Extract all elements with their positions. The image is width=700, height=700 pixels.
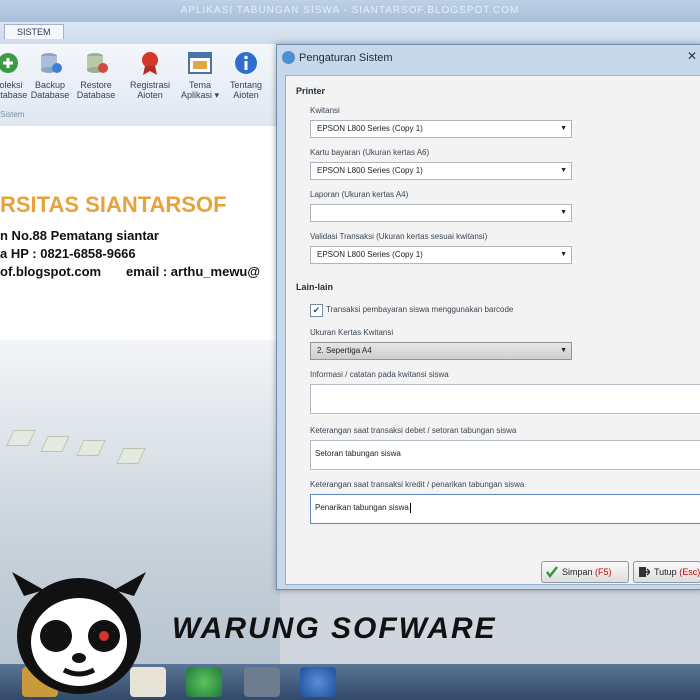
ribbon-btn-label2: Aioten	[233, 90, 259, 100]
input-value: Setoran tabungan siswa	[315, 449, 401, 458]
ukuran-kertas-label: Ukuran Kertas Kwitansi	[310, 328, 394, 337]
kredit-keterangan-input[interactable]: Penarikan tabungan siswa	[310, 494, 700, 524]
text-caret	[409, 503, 411, 513]
ribbon-group-label: Sistem	[0, 110, 25, 119]
checkmark-icon	[546, 566, 558, 578]
ribbon-btn-label2: Aplikasi ▾	[180, 90, 220, 100]
kwitansi-printer-select[interactable]: EPSON L800 Series (Copy 1) ▼	[310, 120, 572, 138]
watermark-brand: WARUNG SOFWARE	[172, 612, 497, 645]
laporan-label: Laporan (Ukuran kertas A4)	[310, 190, 409, 199]
validasi-label: Validasi Transaksi (Ukuran kertas sesuai…	[310, 232, 488, 241]
ribbon-btn-label1: Tentang	[229, 80, 263, 90]
ribbon-btn-label1: Registrasi	[129, 80, 170, 90]
registrasi-button[interactable]: Registrasi Aioten	[128, 50, 172, 100]
debet-label: Keterangan saat transaksi debet / setora…	[310, 426, 517, 435]
school-web: of.blogspot.com	[0, 264, 102, 279]
select-value: 2. Sepertiga A4	[317, 346, 372, 355]
school-email: email : arthu_mewu@	[126, 264, 261, 279]
ribbon-btn-label2: Aioten	[137, 90, 163, 100]
input-value: Penarikan tabungan siswa	[315, 503, 411, 513]
close-shortcut: (Esc)	[679, 567, 700, 577]
school-phone: a HP : 0821-6858-9666	[0, 246, 136, 261]
laporan-printer-select[interactable]: ▼	[310, 204, 572, 222]
save-shortcut: (F5)	[595, 567, 612, 577]
close-button[interactable]: Tutup (Esc)	[633, 561, 700, 583]
informasi-input[interactable]	[310, 384, 700, 414]
close-label-text: Tutup	[654, 567, 677, 577]
exit-door-icon	[639, 567, 650, 577]
database-restore-icon	[87, 53, 108, 73]
taskbar-app-icon[interactable]	[300, 667, 336, 697]
ribbon-btn-label1: Backup	[34, 80, 66, 90]
section-printer: Printer	[296, 86, 326, 96]
settings-gear-icon	[282, 51, 295, 64]
close-icon[interactable]: ✕	[683, 47, 700, 65]
select-value: EPSON L800 Series (Copy 1)	[317, 166, 423, 175]
dialog-body: Printer Kwitansi EPSON L800 Series (Copy…	[285, 75, 700, 585]
taskbar-app-icon[interactable]	[244, 667, 280, 697]
ribbon-btn-label1: Tema	[188, 80, 211, 90]
ribbon-btn-label1: Koleksi	[0, 80, 23, 90]
window-titlebar: APLIKASI TABUNGAN SISWA - SIANTARSOF.BLO…	[0, 0, 700, 22]
save-button[interactable]: Simpan (F5)	[541, 561, 629, 583]
info-icon	[235, 52, 257, 74]
dialog-titlebar: Pengaturan Sistem ✕	[277, 45, 700, 71]
settings-dialog: Pengaturan Sistem ✕ Printer Kwitansi EPS…	[276, 44, 700, 590]
input-text: Penarikan tabungan siswa	[315, 503, 409, 513]
blur-tile	[6, 430, 36, 446]
blur-tile	[116, 448, 146, 464]
select-value: EPSON L800 Series (Copy 1)	[317, 250, 423, 259]
browser-icon[interactable]	[186, 667, 222, 697]
debet-keterangan-input[interactable]: Setoran tabungan siswa	[310, 440, 700, 470]
school-name: RSITAS SIANTARSOF	[0, 192, 227, 217]
blur-tile	[40, 436, 70, 452]
save-label-text: Simpan	[562, 567, 593, 577]
database-backup-icon	[41, 53, 62, 73]
kartu-bayaran-printer-select[interactable]: EPSON L800 Series (Copy 1) ▼	[310, 162, 572, 180]
barcode-checkbox-label: Transaksi pembayaran siswa menggunakan b…	[326, 305, 514, 314]
ribbon-tab-bar: SISTEM	[0, 22, 700, 44]
window-title: APLIKASI TABUNGAN SISWA - SIANTARSOF.BLO…	[180, 5, 520, 16]
section-lain-lain: Lain-lain	[296, 282, 334, 292]
dropdown-arrow-icon: ▼	[560, 251, 567, 258]
select-value: EPSON L800 Series (Copy 1)	[317, 124, 423, 133]
dropdown-arrow-icon: ▼	[560, 125, 567, 132]
dropdown-arrow-icon: ▼	[560, 347, 567, 354]
blur-tile	[76, 440, 106, 456]
kredit-label: Keterangan saat transaksi kredit / penar…	[310, 480, 525, 489]
barcode-checkbox[interactable]: ✔	[310, 304, 323, 317]
panda-logo-icon	[12, 572, 146, 694]
save-button-label: Simpan (F5)	[562, 562, 612, 582]
theme-window-icon	[188, 52, 212, 74]
dialog-title: Pengaturan Sistem	[299, 52, 393, 64]
ribbon-btn-label1: Restore	[80, 80, 112, 90]
validasi-printer-select[interactable]: EPSON L800 Series (Copy 1) ▼	[310, 246, 572, 264]
database-connect-icon	[0, 53, 18, 73]
restore-database-button[interactable]: Restore Database	[74, 50, 118, 100]
ribbon-btn-label2: Database	[0, 90, 28, 100]
dropdown-arrow-icon: ▼	[560, 209, 567, 216]
dropdown-arrow-icon: ▼	[560, 167, 567, 174]
ukuran-kertas-select[interactable]: 2. Sepertiga A4 ▼	[310, 342, 572, 360]
tema-aplikasi-button[interactable]: Tema Aplikasi ▾	[178, 50, 222, 100]
close-button-label: Tutup (Esc)	[654, 562, 700, 582]
kartu-bayaran-label: Kartu bayaran (Ukuran kertas A6)	[310, 148, 430, 157]
backup-database-button[interactable]: Backup Database	[28, 50, 72, 100]
school-address: n No.88 Pematang siantar	[0, 228, 159, 243]
ribbon-award-icon	[142, 52, 158, 75]
tentang-button[interactable]: Tentang Aioten	[224, 50, 268, 100]
ribbon-btn-label2: Database	[30, 90, 70, 100]
koleksi-database-button[interactable]: Koleksi Database	[0, 50, 30, 100]
tab-sistem[interactable]: SISTEM	[4, 24, 64, 39]
informasi-label: Informasi / catatan pada kwitansi siswa	[310, 370, 449, 379]
ribbon-btn-label2: Database	[76, 90, 116, 100]
kwitansi-label: Kwitansi	[310, 106, 340, 115]
